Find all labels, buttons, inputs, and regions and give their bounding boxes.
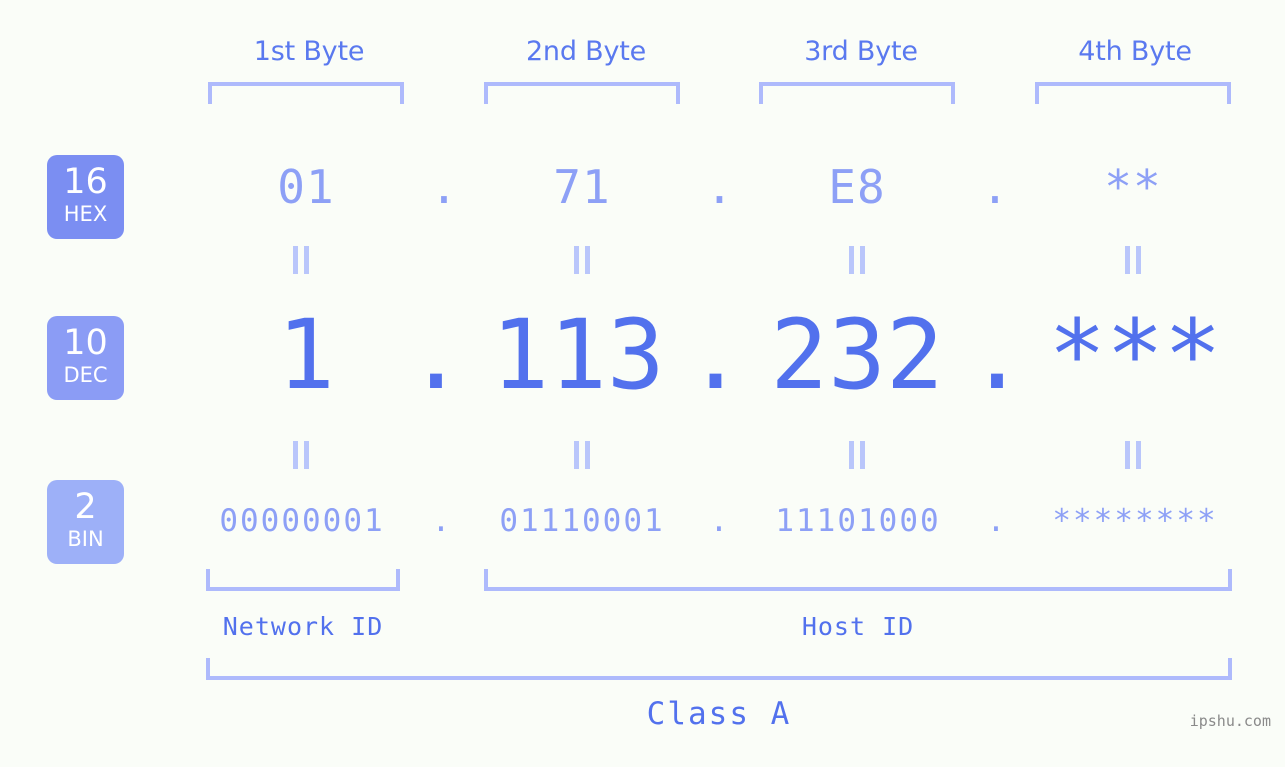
byte-header-4: 4th Byte (1078, 36, 1192, 67)
equals-icon-5 (291, 441, 311, 469)
radix-badge-hex-number: 16 (63, 162, 108, 202)
byte-bracket-top-2 (484, 82, 680, 104)
dec-separator-1: . (407, 299, 465, 411)
radix-badge-bin-tag: BIN (67, 527, 104, 551)
hex-separator-1: . (430, 160, 458, 214)
ip-address-breakdown-diagram: 1st Byte 2nd Byte 3rd Byte 4th Byte 16 H… (0, 0, 1285, 767)
hex-octet-1: 01 (277, 160, 335, 214)
host-id-bracket (484, 569, 1232, 591)
equals-icon-1 (291, 246, 311, 274)
equals-icon-4 (1123, 246, 1143, 274)
dec-separator-3: . (968, 299, 1026, 411)
dec-separator-2: . (686, 299, 745, 411)
radix-badge-dec: 10 DEC (47, 316, 124, 400)
class-bracket (206, 658, 1232, 680)
class-label: Class A (646, 696, 792, 732)
byte-header-1: 1st Byte (253, 36, 365, 67)
hex-octet-2: 71 (553, 160, 611, 214)
equals-icon-3 (847, 246, 867, 274)
radix-badge-dec-tag: DEC (63, 363, 108, 387)
hex-octet-4: ** (1104, 160, 1162, 214)
network-id-bracket (206, 569, 400, 591)
radix-badge-hex: 16 HEX (47, 155, 124, 239)
equals-icon-8 (1123, 441, 1143, 469)
equals-icon-7 (847, 441, 867, 469)
byte-bracket-top-3 (759, 82, 955, 104)
hex-separator-3: . (981, 160, 1009, 214)
bin-octet-2: 01110001 (499, 503, 665, 539)
host-id-label: Host ID (801, 612, 915, 641)
bin-octet-3: 11101000 (775, 503, 941, 539)
byte-bracket-top-1 (208, 82, 404, 104)
byte-bracket-top-4 (1035, 82, 1231, 104)
byte-header-3: 3rd Byte (804, 36, 918, 67)
bin-separator-1: . (431, 503, 451, 539)
bin-separator-3: . (986, 503, 1006, 539)
watermark: ipshu.com (1189, 712, 1271, 730)
bin-separator-2: . (709, 503, 729, 539)
hex-octet-3: E8 (828, 160, 886, 214)
radix-badge-bin: 2 BIN (47, 480, 124, 564)
dec-octet-3: 232 (770, 299, 944, 411)
radix-badge-hex-tag: HEX (63, 202, 108, 226)
hex-separator-2: . (705, 160, 734, 214)
bin-octet-4: ******** (1052, 503, 1218, 539)
radix-badge-dec-number: 10 (63, 323, 108, 363)
network-id-label: Network ID (222, 612, 384, 641)
radix-badge-bin-number: 2 (74, 487, 97, 527)
bin-octet-1: 00000001 (219, 503, 385, 539)
dec-octet-4: *** (1048, 299, 1222, 411)
dec-octet-2: 113 (491, 299, 665, 411)
byte-header-2: 2nd Byte (525, 36, 647, 67)
equals-icon-6 (572, 441, 592, 469)
dec-octet-1: 1 (277, 299, 335, 411)
equals-icon-2 (572, 246, 592, 274)
